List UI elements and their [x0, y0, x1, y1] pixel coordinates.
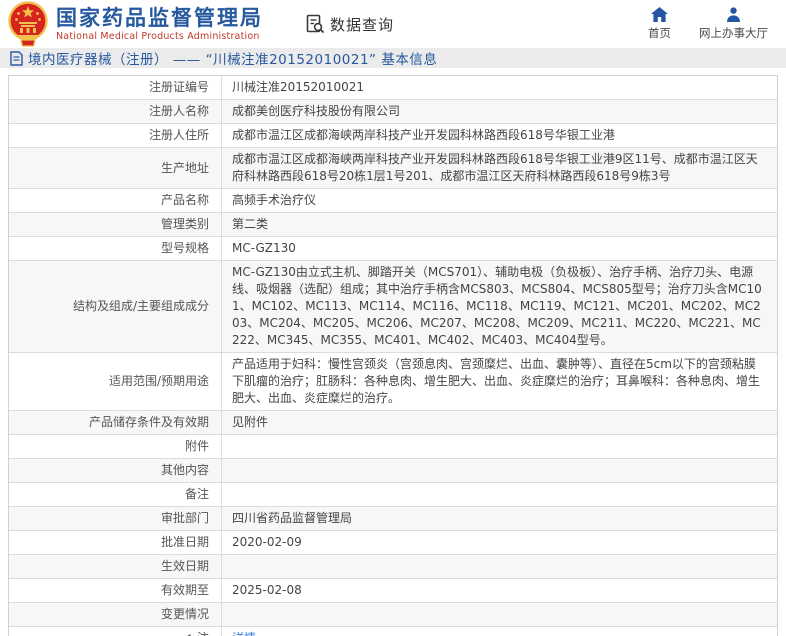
org-name-en: National Medical Products Administration: [56, 30, 263, 43]
info-table: 注册证编号川械注准20152010021注册人名称成都美创医疗科技股份有限公司注…: [8, 75, 778, 636]
row-value: 产品适用于妇科：慢性宫颈炎（宫颈息肉、宫颈糜烂、出血、囊肿等）、直径在5cm以下…: [221, 353, 777, 410]
page: 国家药品监督管理局 National Medical Products Admi…: [0, 0, 786, 636]
table-row: 注册人住所成都市温江区成都海峡两岸科技产业开发园科林路西段618号华银工业港: [9, 124, 777, 148]
row-label-text: 注册证编号: [149, 79, 209, 96]
row-value: 详情: [221, 627, 777, 636]
row-label: 管理类别: [9, 213, 221, 236]
page-title: 境内医疗器械（注册） —— “川械注准20152010021” 基本信息: [28, 48, 437, 68]
row-label-text: 有效期至: [161, 582, 209, 599]
row-label-text: 其他内容: [161, 462, 209, 479]
row-label: 有效期至: [9, 579, 221, 602]
home-icon: [651, 7, 668, 22]
nav-home-label: 首页: [648, 25, 671, 41]
brand-text: 国家药品监督管理局 National Medical Products Admi…: [56, 6, 263, 43]
nav-service-hall[interactable]: 网上办事大厅: [699, 7, 768, 41]
national-emblem-logo: [8, 0, 48, 48]
data-query-label: 数据查询: [330, 14, 394, 35]
row-label-text: 生效日期: [161, 558, 209, 575]
row-value: [221, 555, 777, 578]
table-row: 注册证编号川械注准20152010021: [9, 76, 777, 100]
row-value: 见附件: [221, 411, 777, 434]
row-label: 注册证编号: [9, 76, 221, 99]
row-label: 型号规格: [9, 237, 221, 260]
row-label-text: 生产地址: [161, 160, 209, 177]
row-value: MC-GZ130: [221, 237, 777, 260]
org-name: 国家药品监督管理局: [56, 6, 263, 30]
row-label-text: 备注: [185, 486, 209, 503]
row-value: 2025-02-08: [221, 579, 777, 602]
row-label-text: 审批部门: [161, 510, 209, 527]
table-row: 审批部门四川省药品监督管理局: [9, 507, 777, 531]
row-label: 生效日期: [9, 555, 221, 578]
row-label: 结构及组成/主要组成成分: [9, 261, 221, 352]
table-wrap: 注册证编号川械注准20152010021注册人名称成都美创医疗科技股份有限公司注…: [0, 75, 786, 636]
table-row: 变更情况: [9, 603, 777, 627]
table-row: 管理类别第二类: [9, 213, 777, 237]
row-label: 附件: [9, 435, 221, 458]
table-row: 注册人名称成都美创医疗科技股份有限公司: [9, 100, 777, 124]
brand: 国家药品监督管理局 National Medical Products Admi…: [8, 0, 263, 48]
row-value: 四川省药品监督管理局: [221, 507, 777, 530]
row-label-text: 管理类别: [161, 216, 209, 233]
row-value: 成都市温江区成都海峡两岸科技产业开发园科林路西段618号华银工业港9区11号、成…: [221, 148, 777, 188]
row-label-text: 注册人名称: [149, 103, 209, 120]
row-value: [221, 603, 777, 626]
data-query-nav[interactable]: 数据查询: [305, 14, 394, 35]
row-value: [221, 483, 777, 506]
table-row: 适用范围/预期用途产品适用于妇科：慢性宫颈炎（宫颈息肉、宫颈糜烂、出血、囊肿等）…: [9, 353, 777, 411]
row-label: 批准日期: [9, 531, 221, 554]
table-row: 产品名称高频手术治疗仪: [9, 189, 777, 213]
row-label-text: 结构及组成/主要组成成分: [73, 298, 209, 315]
document-icon: [10, 51, 23, 66]
row-label-text: 批准日期: [161, 534, 209, 551]
row-label: 注册人住所: [9, 124, 221, 147]
table-row: 注 详情: [9, 627, 777, 636]
row-label-text: 产品储存条件及有效期: [89, 414, 209, 431]
row-value: 川械注准20152010021: [221, 76, 777, 99]
row-label: 其他内容: [9, 459, 221, 482]
row-value: [221, 435, 777, 458]
table-row: 生产地址成都市温江区成都海峡两岸科技产业开发园科林路西段618号华银工业港9区1…: [9, 148, 777, 189]
row-label-text: 注册人住所: [149, 127, 209, 144]
site-header: 国家药品监督管理局 National Medical Products Admi…: [0, 0, 786, 48]
table-row: 批准日期 2020-02-09: [9, 531, 777, 555]
detail-link[interactable]: 详情: [232, 631, 256, 636]
row-label: 生产地址: [9, 148, 221, 188]
row-value: 成都市温江区成都海峡两岸科技产业开发园科林路西段618号华银工业港: [221, 124, 777, 147]
row-label: 产品储存条件及有效期: [9, 411, 221, 434]
row-label: 注册人名称: [9, 100, 221, 123]
table-row: 有效期至 2025-02-08: [9, 579, 777, 603]
row-label: 注: [9, 627, 221, 636]
doc-search-icon: [305, 14, 325, 34]
row-value: 2020-02-09: [221, 531, 777, 554]
row-value: 第二类: [221, 213, 777, 236]
table-row: 产品储存条件及有效期见附件: [9, 411, 777, 435]
table-row: 其他内容: [9, 459, 777, 483]
table-row: 结构及组成/主要组成成分 MC-GZ130由立式主机、脚踏开关（MCS701）、辅…: [9, 261, 777, 353]
row-label-text: 注: [197, 630, 209, 636]
nav-home[interactable]: 首页: [648, 7, 671, 41]
row-label: 备注: [9, 483, 221, 506]
table-row: 生效日期: [9, 555, 777, 579]
table-row: 附件: [9, 435, 777, 459]
row-value: 成都美创医疗科技股份有限公司: [221, 100, 777, 123]
table-row: 备注: [9, 483, 777, 507]
row-value: MC-GZ130由立式主机、脚踏开关（MCS701）、辅助电极（负极板）、治疗手…: [221, 261, 777, 352]
person-icon: [726, 7, 741, 22]
row-label-text: 产品名称: [161, 192, 209, 209]
row-label-text: 型号规格: [161, 240, 209, 257]
row-label: 产品名称: [9, 189, 221, 212]
row-label-text: 变更情况: [161, 606, 209, 623]
nav-service-hall-label: 网上办事大厅: [699, 25, 768, 41]
top-nav: 首页 网上办事大厅: [648, 7, 768, 41]
page-title-bar: 境内医疗器械（注册） —— “川械注准20152010021” 基本信息: [0, 48, 786, 68]
row-label-text: 适用范围/预期用途: [109, 373, 209, 390]
row-label: 变更情况: [9, 603, 221, 626]
row-value: [221, 459, 777, 482]
table-row: 型号规格 MC-GZ130: [9, 237, 777, 261]
row-label-text: 附件: [185, 438, 209, 455]
row-label: 适用范围/预期用途: [9, 353, 221, 410]
row-label: 审批部门: [9, 507, 221, 530]
row-value: 高频手术治疗仪: [221, 189, 777, 212]
